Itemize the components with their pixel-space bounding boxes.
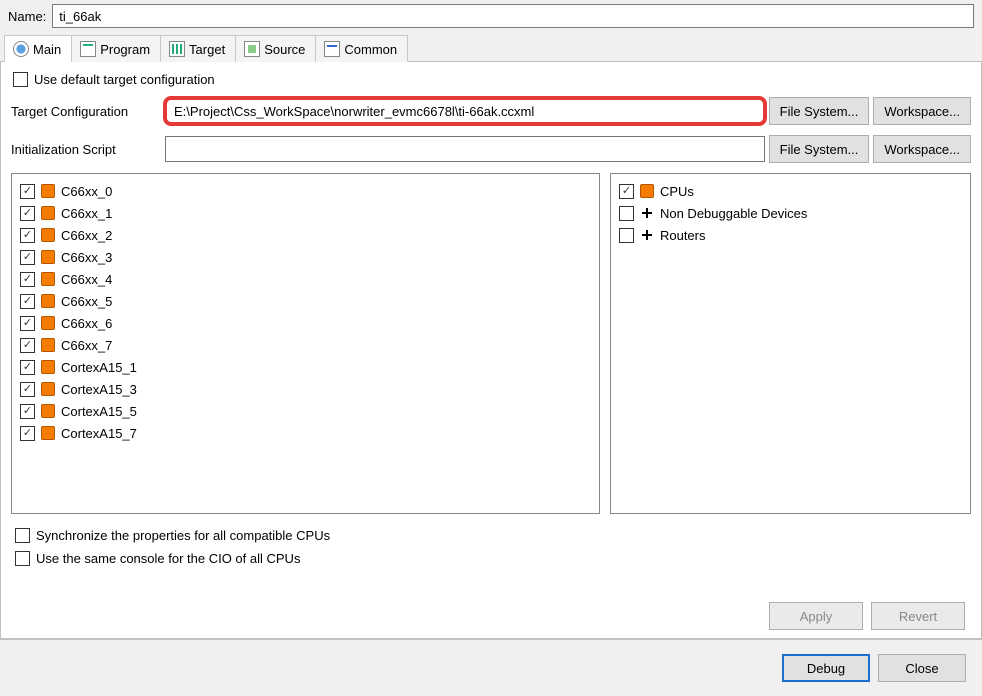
core-label: C66xx_7 (61, 338, 112, 353)
core-item[interactable]: C66xx_6 (18, 312, 593, 334)
debug-button[interactable]: Debug (782, 654, 870, 682)
core-label: CortexA15_3 (61, 382, 137, 397)
tab-bar: Main Program Target Source Common (0, 34, 982, 62)
core-item[interactable]: C66xx_7 (18, 334, 593, 356)
sync-properties-label: Synchronize the properties for all compa… (36, 528, 330, 543)
core-icon (41, 316, 55, 330)
program-icon (80, 41, 96, 57)
target-config-filesystem-button[interactable]: File System... (769, 97, 870, 125)
core-checkbox[interactable] (20, 206, 35, 221)
core-icon (41, 250, 55, 264)
core-icon (41, 206, 55, 220)
core-item[interactable]: CortexA15_7 (18, 422, 593, 444)
core-item[interactable]: C66xx_2 (18, 224, 593, 246)
tab-common[interactable]: Common (315, 35, 408, 62)
main-icon (13, 41, 29, 57)
core-checkbox[interactable] (20, 404, 35, 419)
cpus-checkbox[interactable] (619, 184, 634, 199)
target-icon (169, 41, 185, 57)
tab-target[interactable]: Target (160, 35, 236, 62)
core-icon (41, 272, 55, 286)
core-label: C66xx_1 (61, 206, 112, 221)
core-icon (41, 294, 55, 308)
target-config-label: Target Configuration (11, 104, 161, 119)
nondebug-icon (640, 206, 654, 220)
core-label: C66xx_0 (61, 184, 112, 199)
core-icon (41, 184, 55, 198)
core-checkbox[interactable] (20, 426, 35, 441)
core-label: C66xx_4 (61, 272, 112, 287)
core-checkbox[interactable] (20, 360, 35, 375)
core-icon (41, 426, 55, 440)
routers-checkbox[interactable] (619, 228, 634, 243)
core-checkbox[interactable] (20, 382, 35, 397)
tab-main-label: Main (33, 42, 61, 57)
device-categories-tree[interactable]: CPUs Non Debuggable Devices Routers (610, 173, 971, 514)
init-script-workspace-button[interactable]: Workspace... (873, 135, 971, 163)
core-item[interactable]: C66xx_4 (18, 268, 593, 290)
core-icon (41, 382, 55, 396)
tab-source-label: Source (264, 42, 305, 57)
core-checkbox[interactable] (20, 338, 35, 353)
core-item[interactable]: CortexA15_1 (18, 356, 593, 378)
tab-common-label: Common (344, 42, 397, 57)
tab-program[interactable]: Program (71, 35, 161, 62)
use-default-label: Use default target configuration (34, 72, 215, 87)
core-checkbox[interactable] (20, 316, 35, 331)
name-input[interactable] (52, 4, 974, 28)
core-checkbox[interactable] (20, 184, 35, 199)
close-button[interactable]: Close (878, 654, 966, 682)
apply-button[interactable]: Apply (769, 602, 863, 630)
core-item[interactable]: C66xx_0 (18, 180, 593, 202)
tab-target-label: Target (189, 42, 225, 57)
tab-program-label: Program (100, 42, 150, 57)
core-item[interactable]: C66xx_1 (18, 202, 593, 224)
core-item[interactable]: CortexA15_3 (18, 378, 593, 400)
cpus-label: CPUs (660, 184, 694, 199)
target-config-input[interactable] (165, 98, 765, 124)
core-label: C66xx_2 (61, 228, 112, 243)
core-label: CortexA15_1 (61, 360, 137, 375)
use-default-checkbox[interactable] (13, 72, 28, 87)
revert-button[interactable]: Revert (871, 602, 965, 630)
tab-source[interactable]: Source (235, 35, 316, 62)
core-checkbox[interactable] (20, 272, 35, 287)
nondebug-label: Non Debuggable Devices (660, 206, 807, 221)
core-item[interactable]: C66xx_5 (18, 290, 593, 312)
common-icon (324, 41, 340, 57)
core-icon (41, 360, 55, 374)
tab-main[interactable]: Main (4, 35, 72, 62)
core-label: C66xx_3 (61, 250, 112, 265)
source-icon (244, 41, 260, 57)
same-console-label: Use the same console for the CIO of all … (36, 551, 300, 566)
init-script-input[interactable] (165, 136, 765, 162)
core-checkbox[interactable] (20, 228, 35, 243)
cpu-icon (640, 184, 654, 198)
target-config-workspace-button[interactable]: Workspace... (873, 97, 971, 125)
core-label: CortexA15_7 (61, 426, 137, 441)
same-console-checkbox[interactable] (15, 551, 30, 566)
nondebug-checkbox[interactable] (619, 206, 634, 221)
routers-icon (640, 228, 654, 242)
core-tree[interactable]: C66xx_0 C66xx_1 C66xx_2 C66xx_3 C66xx_4 C66xx… (11, 173, 600, 514)
core-item[interactable]: C66xx_3 (18, 246, 593, 268)
core-icon (41, 228, 55, 242)
core-icon (41, 338, 55, 352)
core-item[interactable]: CortexA15_5 (18, 400, 593, 422)
core-checkbox[interactable] (20, 294, 35, 309)
core-label: C66xx_5 (61, 294, 112, 309)
sync-properties-checkbox[interactable] (15, 528, 30, 543)
init-script-filesystem-button[interactable]: File System... (769, 135, 870, 163)
init-script-label: Initialization Script (11, 142, 161, 157)
routers-label: Routers (660, 228, 706, 243)
name-label: Name: (8, 9, 46, 24)
core-label: CortexA15_5 (61, 404, 137, 419)
core-label: C66xx_6 (61, 316, 112, 331)
core-icon (41, 404, 55, 418)
core-checkbox[interactable] (20, 250, 35, 265)
